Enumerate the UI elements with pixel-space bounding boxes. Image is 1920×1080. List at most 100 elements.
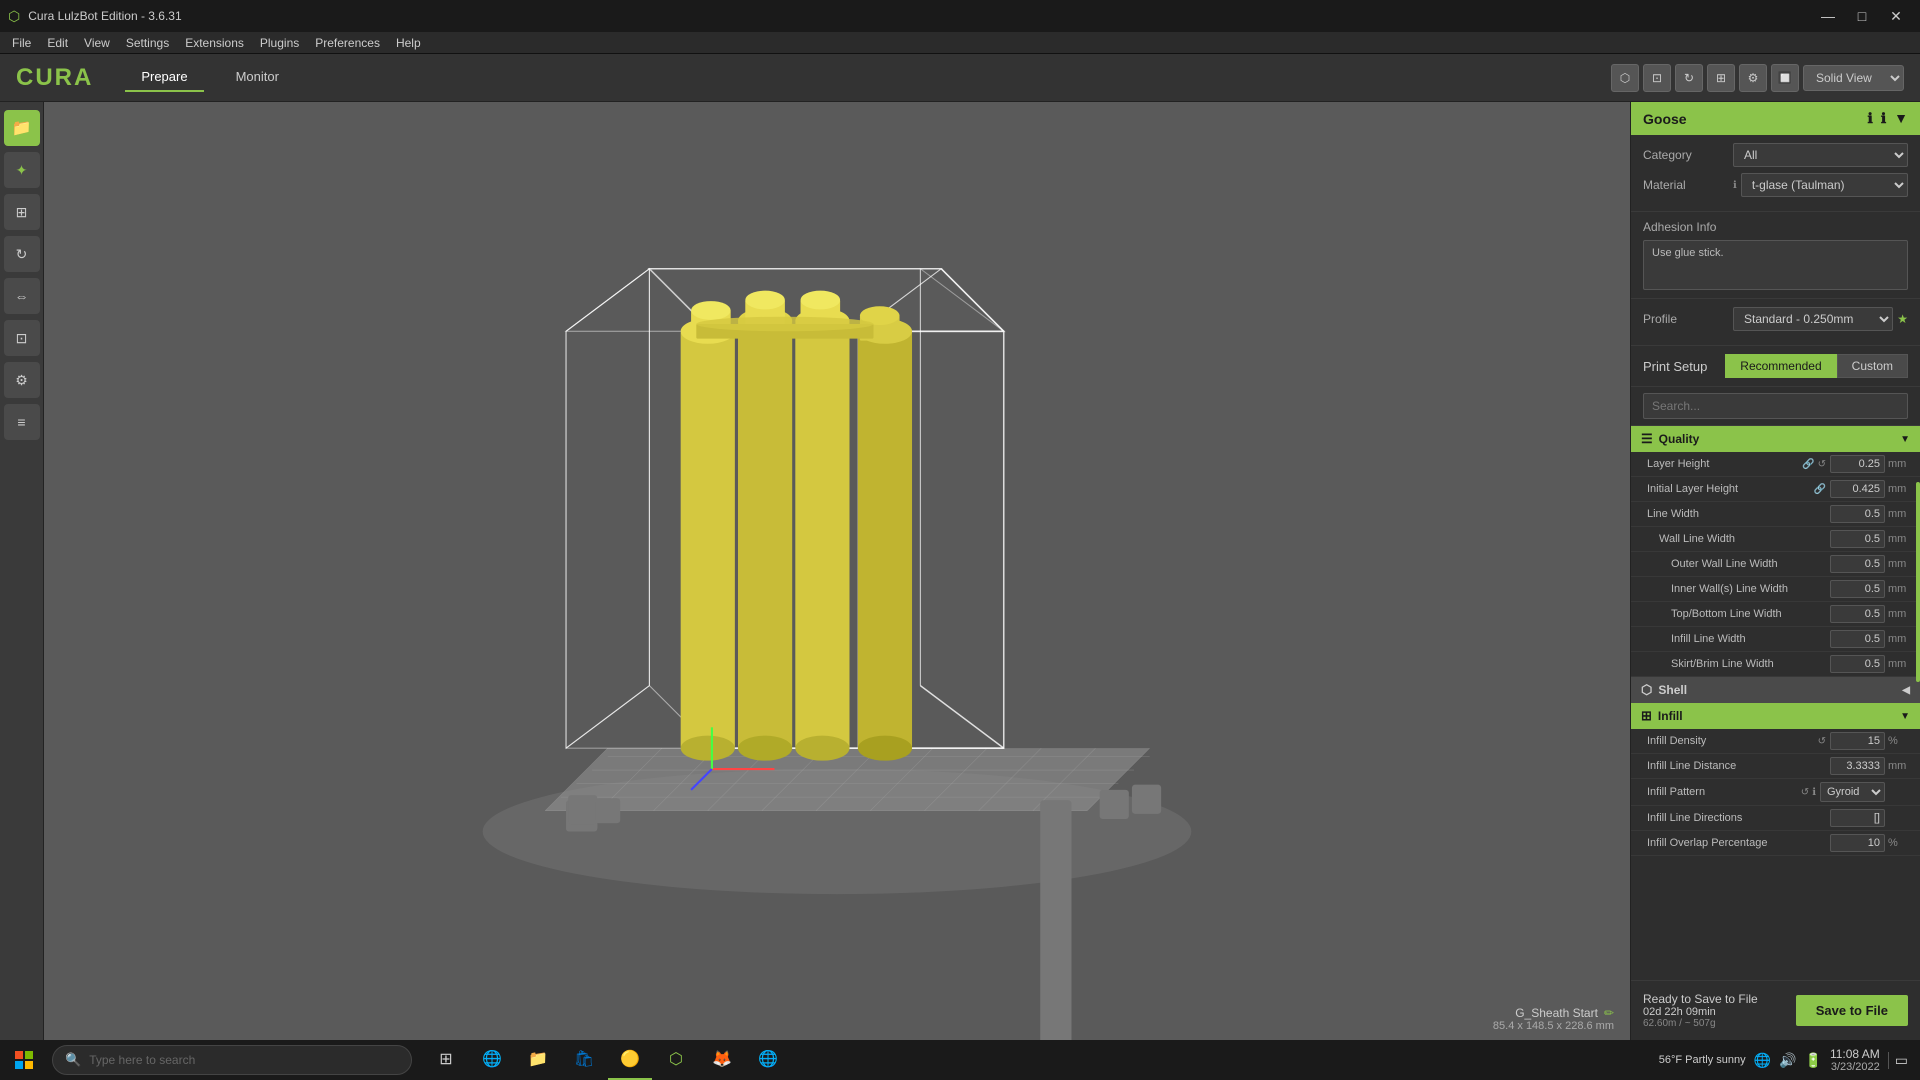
infill-pattern-reset-icon[interactable]: ↺ bbox=[1801, 787, 1809, 798]
layer-height-reset-icon[interactable]: ↺ bbox=[1818, 459, 1826, 470]
edit-model-icon[interactable]: ✏ bbox=[1604, 1006, 1614, 1020]
sidebar-layer-icon[interactable]: ≡ bbox=[4, 404, 40, 440]
infill-density-label: Infill Density bbox=[1647, 735, 1818, 747]
menu-plugins[interactable]: Plugins bbox=[252, 34, 307, 52]
viewport[interactable]: G_Sheath Start ✏ 85.4 x 148.5 x 228.6 mm bbox=[44, 102, 1630, 1040]
menu-edit[interactable]: Edit bbox=[39, 34, 76, 52]
search-input[interactable] bbox=[1643, 393, 1908, 419]
profile-row: Profile Standard - 0.250mm ★ bbox=[1643, 307, 1908, 331]
taskbar-app-chrome[interactable]: 🟡 bbox=[608, 1040, 652, 1080]
toolbar-icon-3[interactable]: ↻ bbox=[1675, 64, 1703, 92]
shell-section-header[interactable]: ⬡ Shell ◀ bbox=[1631, 677, 1920, 703]
recommended-button[interactable]: Recommended bbox=[1725, 354, 1836, 378]
initial-layer-height-icons: 🔗 bbox=[1814, 484, 1826, 495]
view-mode-select[interactable]: Solid View X-Ray View Layer View bbox=[1803, 65, 1904, 91]
start-button[interactable] bbox=[0, 1040, 48, 1080]
line-width-unit: mm bbox=[1888, 508, 1910, 520]
layer-height-link-icon[interactable]: 🔗 bbox=[1802, 459, 1814, 470]
tray-network-icon[interactable]: 🌐 bbox=[1754, 1052, 1771, 1069]
bottom-panel-left: Ready to Save to File 02d 22h 09min 62.6… bbox=[1643, 992, 1758, 1029]
menu-extensions[interactable]: Extensions bbox=[177, 34, 252, 52]
profile-star-icon[interactable]: ★ bbox=[1897, 312, 1908, 326]
tab-prepare[interactable]: Prepare bbox=[125, 63, 203, 92]
taskbar-app-taskview[interactable]: ⊞ bbox=[424, 1040, 468, 1080]
outer-wall-width-input[interactable] bbox=[1830, 555, 1885, 573]
infill-line-dist-input[interactable] bbox=[1830, 757, 1885, 775]
menubar: File Edit View Settings Extensions Plugi… bbox=[0, 32, 1920, 54]
infill-directions-input[interactable] bbox=[1830, 809, 1885, 827]
wall-line-width-input[interactable] bbox=[1830, 530, 1885, 548]
tray-battery-icon[interactable]: 🔋 bbox=[1805, 1052, 1822, 1069]
infill-overlap-input[interactable] bbox=[1830, 834, 1885, 852]
right-panel-header: Goose ℹ ℹ ▼ bbox=[1631, 102, 1920, 135]
menu-preferences[interactable]: Preferences bbox=[307, 34, 388, 52]
skirt-brim-width-input[interactable] bbox=[1830, 655, 1885, 673]
sidebar-permodel-icon[interactable]: ⊡ bbox=[4, 320, 40, 356]
material-label: Material bbox=[1643, 178, 1733, 192]
menu-settings[interactable]: Settings bbox=[118, 34, 177, 52]
inner-wall-width-label: Inner Wall(s) Line Width bbox=[1647, 583, 1830, 595]
taskbar-app-edge[interactable]: 🌐 bbox=[470, 1040, 514, 1080]
taskbar-app-firefox[interactable]: 🦊 bbox=[700, 1040, 744, 1080]
infill-density-unit: % bbox=[1888, 735, 1910, 747]
infill-section-header[interactable]: ⊞ Infill ▼ bbox=[1631, 703, 1920, 729]
initial-layer-height-input[interactable] bbox=[1830, 480, 1885, 498]
quality-section: ☰ Quality ▼ Layer Height 🔗 ↺ mm Init bbox=[1631, 426, 1920, 677]
quality-section-header[interactable]: ☰ Quality ▼ bbox=[1631, 426, 1920, 452]
panel-scrollbar[interactable] bbox=[1916, 482, 1920, 682]
tray-clock[interactable]: 11:08 AM 3/23/2022 bbox=[1830, 1047, 1880, 1073]
taskbar-pinned-icons: ⊞ 🌐 📁 🛍 🟡 ⬡ 🦊 🌐 bbox=[424, 1040, 790, 1080]
infill-pattern-row: Infill Pattern ↺ ℹ Gyroid bbox=[1631, 779, 1920, 806]
menu-help[interactable]: Help bbox=[388, 34, 429, 52]
toolbar-icon-5[interactable]: ⚙ bbox=[1739, 64, 1767, 92]
toolbar-icon-4[interactable]: ⊞ bbox=[1707, 64, 1735, 92]
info-icon[interactable]: ℹ bbox=[1867, 110, 1872, 127]
toolbar-icon-2[interactable]: ⊡ bbox=[1643, 64, 1671, 92]
toolbar-icon-1[interactable]: ⬡ bbox=[1611, 64, 1639, 92]
infill-density-reset-icon[interactable]: ↺ bbox=[1818, 736, 1826, 747]
sidebar-open-icon[interactable]: 📁 bbox=[4, 110, 40, 146]
infill-pattern-info-icon[interactable]: ℹ bbox=[1812, 787, 1816, 798]
sidebar-rotate-icon[interactable]: ↻ bbox=[4, 236, 40, 272]
taskbar-app-cura[interactable]: ⬡ bbox=[654, 1040, 698, 1080]
taskbar-app-chrome2[interactable]: 🌐 bbox=[746, 1040, 790, 1080]
menu-file[interactable]: File bbox=[4, 34, 39, 52]
material-dropdown[interactable]: t-glase (Taulman) bbox=[1741, 173, 1908, 197]
menu-view[interactable]: View bbox=[76, 34, 118, 52]
maximize-button[interactable]: □ bbox=[1846, 0, 1878, 32]
tray-date: 3/23/2022 bbox=[1830, 1061, 1880, 1073]
infill-directions-row: Infill Line Directions bbox=[1631, 806, 1920, 831]
sidebar-scale-icon[interactable]: ⊞ bbox=[4, 194, 40, 230]
sidebar-mirror-icon[interactable]: ⇔ bbox=[4, 278, 40, 314]
line-width-input[interactable] bbox=[1830, 505, 1885, 523]
close-button[interactable]: ✕ bbox=[1880, 0, 1912, 32]
infill-line-width-input[interactable] bbox=[1830, 630, 1885, 648]
info2-icon[interactable]: ℹ bbox=[1881, 110, 1886, 127]
infill-collapse-icon: ▼ bbox=[1900, 711, 1910, 722]
layer-height-input[interactable] bbox=[1830, 455, 1885, 473]
collapse-icon[interactable]: ▼ bbox=[1894, 110, 1908, 127]
category-dropdown[interactable]: All bbox=[1733, 143, 1908, 167]
tray-volume-icon[interactable]: 🔊 bbox=[1779, 1052, 1796, 1069]
custom-button[interactable]: Custom bbox=[1837, 354, 1908, 378]
sidebar-move-icon[interactable]: ✦ bbox=[4, 152, 40, 188]
profile-dropdown[interactable]: Standard - 0.250mm bbox=[1733, 307, 1893, 331]
tray-show-desktop[interactable]: ▭ bbox=[1888, 1052, 1908, 1069]
infill-line-dist-row: Infill Line Distance mm bbox=[1631, 754, 1920, 779]
inner-wall-width-input[interactable] bbox=[1830, 580, 1885, 598]
toolbar-icon-6[interactable]: 🔲 bbox=[1771, 64, 1799, 92]
top-bottom-width-input[interactable] bbox=[1830, 605, 1885, 623]
top-bottom-width-label: Top/Bottom Line Width bbox=[1647, 608, 1830, 620]
infill-density-input[interactable] bbox=[1830, 732, 1885, 750]
infill-line-width-unit: mm bbox=[1888, 633, 1910, 645]
infill-pattern-select[interactable]: Gyroid bbox=[1820, 782, 1885, 802]
sidebar-support-icon[interactable]: ⚙ bbox=[4, 362, 40, 398]
taskbar-app-store[interactable]: 🛍 bbox=[562, 1040, 606, 1080]
taskbar-search-bar[interactable]: 🔍 Type here to search bbox=[52, 1045, 412, 1075]
tab-monitor[interactable]: Monitor bbox=[220, 63, 295, 92]
taskbar-app-explorer[interactable]: 📁 bbox=[516, 1040, 560, 1080]
initial-layer-link-icon[interactable]: 🔗 bbox=[1814, 484, 1826, 495]
infill-line-dist-label: Infill Line Distance bbox=[1647, 760, 1830, 772]
save-to-file-button[interactable]: Save to File bbox=[1796, 995, 1908, 1026]
minimize-button[interactable]: — bbox=[1812, 0, 1844, 32]
